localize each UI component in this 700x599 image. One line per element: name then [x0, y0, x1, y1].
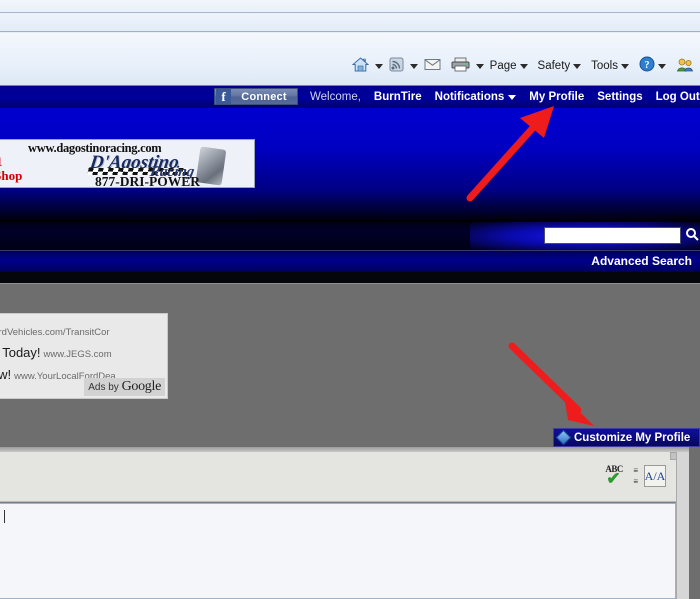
google-ad-url: FordVehicles.com/TransitCor: [0, 327, 110, 338]
help-caret-icon: [658, 63, 666, 69]
google-ad-headline: rder-Buy Today!: [0, 345, 41, 360]
customize-my-profile-button[interactable]: Customize My Profile: [553, 428, 700, 447]
settings-link[interactable]: Settings: [597, 91, 642, 103]
google-ad-headline: ealer Now!: [0, 367, 12, 382]
help-button[interactable]: ?: [635, 55, 670, 77]
ads-by-label: Ads by: [88, 382, 119, 393]
banner-advertisement[interactable]: www.dagostinoracing.com Your #1 rmance S…: [0, 139, 255, 188]
home-button[interactable]: [348, 55, 373, 77]
font-icon: A/A: [644, 468, 666, 483]
editor-toolbar: ABC ✔ ≡ ≡ A/A: [0, 452, 676, 502]
read-mail-button[interactable]: [420, 55, 445, 77]
google-wordmark: Google: [121, 379, 162, 394]
notifications-menu[interactable]: Notifications: [435, 91, 517, 103]
printer-icon: [451, 57, 470, 76]
my-profile-link[interactable]: My Profile: [529, 91, 584, 103]
tools-menu[interactable]: Tools: [587, 55, 633, 77]
search-icon: [685, 227, 699, 244]
welcome-label: Welcome,: [310, 91, 361, 103]
home-icon: [351, 57, 370, 76]
editor-text-area[interactable]: [0, 503, 676, 599]
editor-scrollbar[interactable]: [676, 452, 689, 599]
tools-menu-label: Tools: [591, 60, 618, 72]
print-caret-icon[interactable]: [475, 63, 484, 69]
facebook-connect-label: Connect: [241, 90, 287, 103]
people-icon: [676, 57, 694, 76]
safety-menu[interactable]: Safety: [534, 55, 586, 77]
text-cursor: [4, 510, 5, 523]
site-user-bar: f Connect Welcome, BurnTire Notification…: [0, 86, 700, 108]
customize-my-profile-label: Customize My Profile: [574, 431, 691, 444]
diamond-icon: [555, 429, 572, 446]
page-menu[interactable]: Page: [486, 55, 532, 77]
spacing-up-icon: ≡: [633, 465, 638, 475]
google-ad-url: www.JEGS.com: [43, 349, 112, 360]
log-out-link[interactable]: Log Out: [656, 91, 700, 103]
google-ads-block[interactable]: Show.FordVehicles.com/TransitCor rder-Bu…: [0, 313, 168, 399]
page-menu-label: Page: [489, 60, 517, 72]
header-bottom-separator: [0, 272, 700, 283]
banner-ad-phone: 877-DRI-POWER: [95, 174, 200, 188]
feeds-button[interactable]: [385, 55, 408, 77]
page-caret-icon: [519, 63, 528, 69]
page-right-gutter: [689, 447, 700, 599]
username-label[interactable]: BurnTire: [374, 91, 422, 103]
advanced-search-strip: Advanced Search: [0, 250, 700, 272]
search-button[interactable]: [684, 226, 700, 245]
chevron-down-icon: [508, 94, 517, 100]
home-caret-icon[interactable]: [374, 63, 383, 69]
mail-icon: [424, 58, 441, 75]
help-icon: ?: [639, 56, 655, 76]
browser-menu-strip: [0, 0, 700, 13]
advanced-search-link[interactable]: Advanced Search: [591, 254, 692, 268]
editor-tool-group: ABC ✔ ≡ ≡ A/A: [605, 464, 666, 488]
check-icon: ✔: [606, 469, 621, 488]
safety-menu-label: Safety: [537, 60, 571, 72]
safety-caret-icon: [573, 63, 582, 69]
svg-text:?: ?: [645, 60, 650, 71]
command-bar: Page Safety Tools ?: [348, 55, 698, 77]
user-nav: Welcome, BurnTire Notifications My Profi…: [310, 86, 700, 108]
feeds-caret-icon[interactable]: [409, 63, 418, 69]
banner-ad-tagline-2: rmance Shop: [0, 168, 23, 183]
spellcheck-button[interactable]: ABC ✔: [605, 464, 627, 488]
piston-graphic-icon: [195, 146, 227, 186]
browser-chrome: Page Safety Tools ?: [0, 0, 700, 85]
tools-caret-icon: [621, 63, 629, 69]
search-input[interactable]: [544, 227, 681, 244]
browser-address-strip: [0, 14, 700, 32]
line-spacing-button[interactable]: ≡ ≡: [633, 465, 638, 486]
google-ad-row[interactable]: Show.FordVehicles.com/TransitCor: [0, 322, 110, 340]
ads-by-google-attribution[interactable]: Ads by Google: [84, 378, 165, 396]
google-ad-row[interactable]: rder-Buy Today!www.JEGS.com: [0, 344, 112, 362]
screenshot-root: Page Safety Tools ? f Connect Welcome, B…: [0, 0, 700, 599]
banner-ad-tagline-1: Your #1: [0, 155, 2, 169]
user-button[interactable]: [672, 55, 698, 77]
font-size-button[interactable]: A/A: [644, 465, 666, 487]
notifications-label: Notifications: [434, 91, 505, 103]
spacing-down-icon: ≡: [633, 476, 638, 486]
print-button[interactable]: [447, 55, 474, 77]
facebook-icon: f: [216, 89, 231, 104]
facebook-connect-button[interactable]: f Connect: [214, 88, 298, 105]
browser-command-toolbar: Page Safety Tools ?: [0, 33, 700, 85]
rss-icon: [389, 57, 404, 76]
